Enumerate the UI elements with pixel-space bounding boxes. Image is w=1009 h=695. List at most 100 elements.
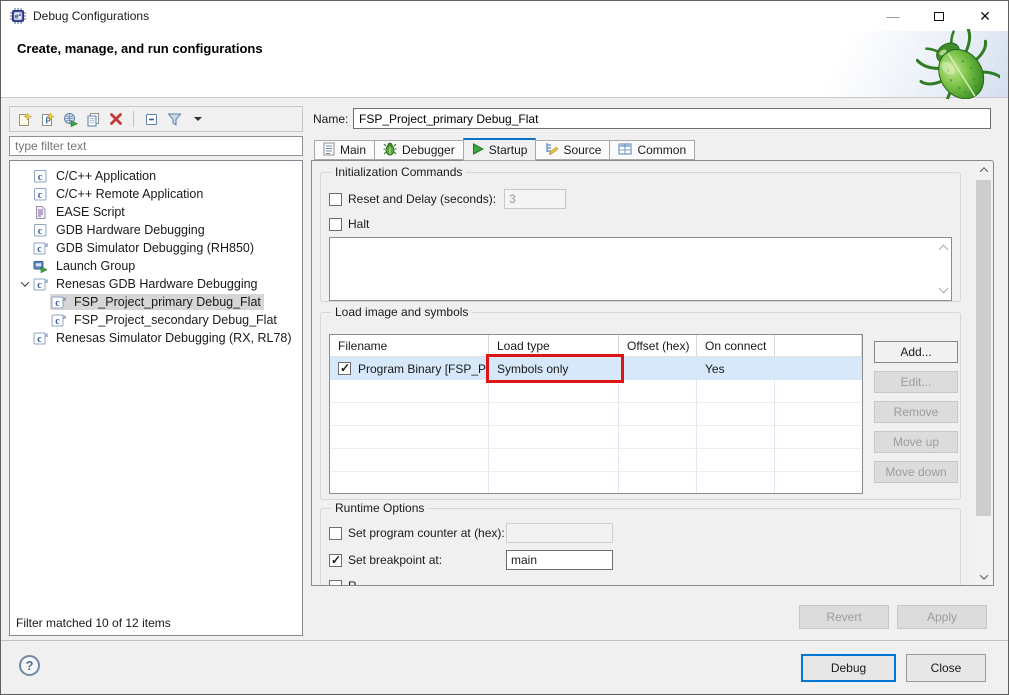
c-ext-icon: cx [32, 240, 49, 256]
scroll-down-icon [939, 284, 949, 294]
tree-item-renesas-gdb-hardware-debugging[interactable]: cx Renesas GDB Hardware Debugging [10, 275, 302, 293]
filter-menu-dropdown[interactable] [188, 110, 206, 128]
debug-button[interactable]: Debug [801, 654, 896, 682]
reset-and-delay-label: Reset and Delay (seconds): [348, 192, 496, 206]
tree-item-gdb-simulator-debugging[interactable]: cx GDB Simulator Debugging (RH850) [10, 239, 302, 257]
initialization-commands-group: Initialization Commands Reset and Delay … [320, 172, 961, 302]
row-offset[interactable] [619, 357, 697, 380]
filter-input[interactable] [9, 136, 303, 156]
move-up-button: Move up [874, 431, 958, 453]
empty-table-row [330, 449, 862, 472]
main-tab-icon [323, 142, 335, 159]
c-app-icon: c [32, 186, 49, 202]
c-ext-icon: cx [50, 294, 67, 310]
debug-configurations-dialog: e² Debug Configurations — ✕ Create, mana… [0, 0, 1009, 695]
tree-item-gdb-hardware-debugging[interactable]: c GDB Hardware Debugging [10, 221, 302, 239]
close-window-button[interactable]: ✕ [962, 1, 1008, 31]
startup-play-icon [472, 143, 484, 158]
minimize-button[interactable]: — [870, 1, 916, 31]
app-chip-icon: e² [10, 8, 26, 24]
svg-text:x: x [45, 332, 49, 339]
toolbar-separator [133, 111, 134, 127]
column-empty [775, 335, 862, 356]
maximize-button[interactable] [916, 1, 962, 31]
halt-checkbox[interactable] [329, 218, 342, 231]
window-title: Debug Configurations [33, 9, 149, 23]
close-button[interactable]: Close [906, 654, 986, 682]
column-offset[interactable]: Offset (hex) [619, 335, 697, 356]
c-ext-icon: cx [50, 312, 67, 328]
svg-text:e²: e² [15, 13, 22, 20]
revert-apply-row: Revert Apply [799, 605, 987, 629]
halt-label: Halt [348, 217, 369, 231]
column-on-connect[interactable]: On connect [697, 335, 775, 356]
svg-text:c: c [55, 298, 60, 309]
tree-item-launch-group[interactable]: Launch Group [10, 257, 302, 275]
row-enabled-checkbox[interactable] [338, 362, 351, 375]
banner-heading: Create, manage, and run configurations [17, 41, 263, 56]
reset-delay-value-field[interactable] [504, 189, 566, 209]
load-image-table: Filename Load type Offset (hex) On conne… [329, 334, 863, 494]
new-launch-configuration-icon[interactable] [15, 110, 33, 128]
set-breakpoint-checkbox[interactable] [329, 554, 342, 567]
move-down-button: Move down [874, 461, 958, 483]
name-input[interactable] [353, 108, 991, 129]
load-image-and-symbols-group: Load image and symbols Filename Load typ… [320, 312, 961, 500]
tab-source[interactable]: Source [535, 140, 610, 160]
c-app-icon: c [32, 168, 49, 184]
c-ext-icon: cx [32, 276, 49, 292]
annotation-red-box [486, 354, 624, 383]
column-filename[interactable]: Filename [330, 335, 489, 356]
button-bar: ? Debug Close [1, 640, 1008, 694]
init-commands-textarea[interactable] [329, 237, 952, 301]
tab-folder: Main Debugger Startup Source [311, 138, 994, 586]
script-icon [32, 204, 49, 220]
c-ext-icon: cx [32, 330, 49, 346]
group-title: Runtime Options [331, 501, 428, 515]
row-on-connect[interactable]: Yes [697, 357, 775, 380]
filter-launch-configurations-icon[interactable] [165, 110, 183, 128]
tab-common[interactable]: Common [609, 140, 695, 160]
tab-startup[interactable]: Startup [463, 138, 537, 161]
collapse-all-icon[interactable] [142, 110, 160, 128]
scrollbar-down-arrow[interactable] [975, 569, 992, 584]
c-app-icon: c [32, 222, 49, 238]
content-scrollbar[interactable] [975, 162, 992, 584]
partial-checkbox[interactable] [329, 580, 342, 586]
svg-text:c: c [38, 225, 43, 236]
tree-item-renesas-simulator-debugging[interactable]: cx Renesas Simulator Debugging (RX, RL78… [10, 329, 302, 347]
add-button[interactable]: Add... [874, 341, 958, 363]
source-tab-icon [544, 142, 558, 159]
tree-item-fsp-project-primary[interactable]: cx FSP_Project_primary Debug_Flat [10, 293, 302, 311]
svg-text:c: c [38, 171, 43, 182]
export-launch-configurations-icon[interactable] [61, 110, 79, 128]
set-program-counter-checkbox[interactable] [329, 527, 342, 540]
tree-item-cpp-application[interactable]: c C/C++ Application [10, 167, 302, 185]
revert-button: Revert [799, 605, 889, 629]
duplicate-launch-configuration-icon[interactable] [84, 110, 102, 128]
column-load-type[interactable]: Load type [489, 335, 619, 356]
expander-chevron[interactable] [18, 281, 32, 287]
empty-table-row [330, 403, 862, 426]
configuration-detail-panel: Name: Main Debugger Startup [311, 105, 1000, 640]
startup-tab-content: Initialization Commands Reset and Delay … [311, 160, 994, 586]
config-toolbar: P [9, 106, 303, 132]
tree-item-fsp-project-secondary[interactable]: cx FSP_Project_secondary Debug_Flat [10, 311, 302, 329]
edit-button: Edit... [874, 371, 958, 393]
program-counter-field[interactable] [506, 523, 613, 543]
svg-text:x: x [63, 296, 67, 303]
tree-item-ease-script[interactable]: EASE Script [10, 203, 302, 221]
delete-launch-configuration-icon[interactable] [107, 110, 125, 128]
reset-and-delay-checkbox[interactable] [329, 193, 342, 206]
filter-status: Filter matched 10 of 12 items [16, 616, 171, 630]
configuration-tree: c C/C++ Application c C/C++ Remote Appli… [9, 160, 303, 636]
new-prototype-icon[interactable]: P [38, 110, 56, 128]
tree-item-cpp-remote-application[interactable]: c C/C++ Remote Application [10, 185, 302, 203]
scrollbar-thumb[interactable] [976, 180, 991, 516]
help-button[interactable]: ? [19, 655, 40, 676]
scrollbar-up-arrow[interactable] [975, 162, 992, 177]
set-program-counter-label: Set program counter at (hex): [348, 526, 506, 540]
tab-debugger[interactable]: Debugger [374, 140, 464, 160]
breakpoint-field[interactable] [506, 550, 613, 570]
tab-main[interactable]: Main [314, 140, 375, 160]
